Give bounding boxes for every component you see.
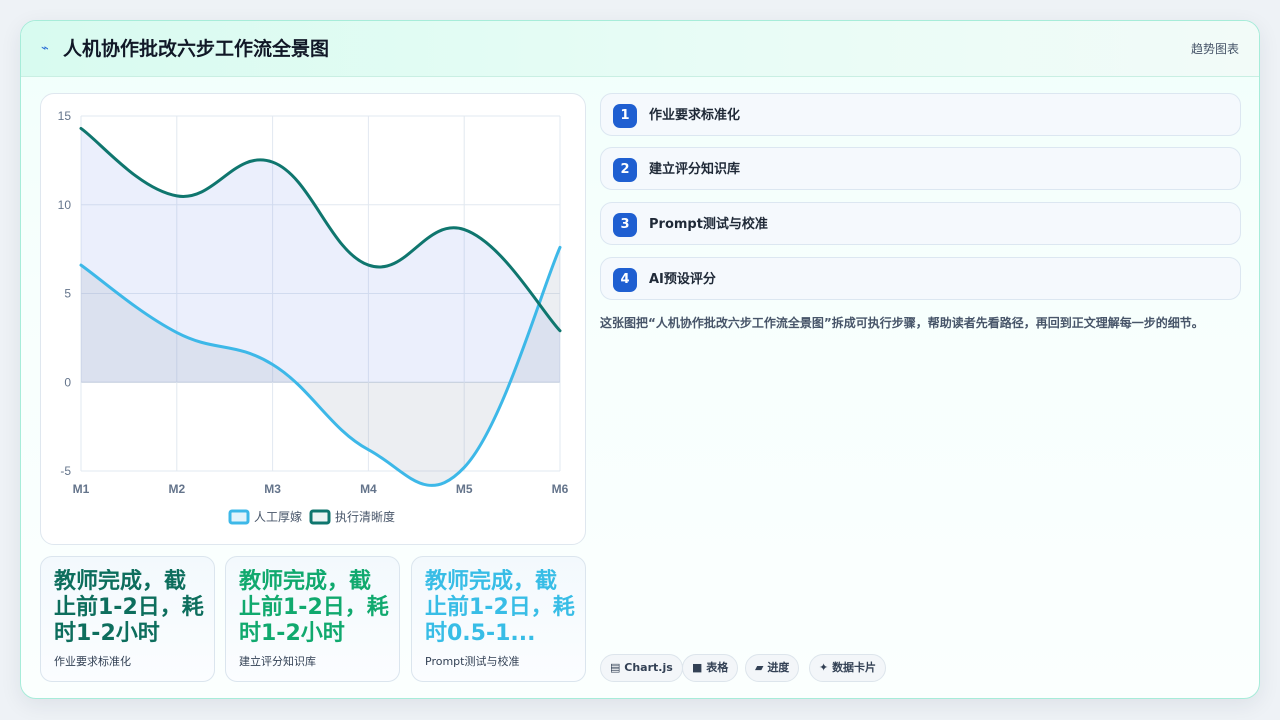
y-tick-label: 15 [58,109,72,123]
page-title: 人机协作批改六步工作流全景图 [63,38,330,60]
chip-label: 表格 [706,661,729,674]
x-tick-label: M3 [264,482,281,496]
y-tick-label: -5 [60,464,71,478]
chip-chartjs[interactable]: ▤ Chart.js [600,654,683,682]
step-item-1[interactable]: 1 作业要求标准化 [600,93,1241,136]
x-tick-label: M6 [552,482,569,496]
y-tick-label: 0 [64,375,71,389]
legend-swatch [228,509,250,525]
step-label: Prompt测试与校准 [649,217,768,232]
step-number-badge: 3 [613,213,637,237]
chip-label: 进度 [767,661,790,674]
x-tick-label: M4 [360,482,377,496]
stat-value: 教师完成，截止前1-2日，耗时1-2小时 [239,569,389,646]
chip-table[interactable]: ■ 表格 [682,654,739,682]
stat-card-1: 教师完成，截止前1-2日，耗时1-2小时 作业要求标准化 [40,556,215,682]
legend-label: 人工厚嫁 [254,509,302,524]
chip-data-card[interactable]: ✦ 数据卡片 [809,654,887,682]
legend-swatch [309,509,331,525]
step-number-badge: 4 [613,268,637,292]
chip-label: 数据卡片 [832,661,877,674]
x-tick-label: M2 [168,482,185,496]
x-tick-label: M5 [456,482,473,496]
y-tick-label: 5 [64,287,71,301]
y-tick-label: 10 [58,198,72,212]
sparkle-icon: ✦ [819,661,829,674]
step-number-badge: 2 [613,158,637,182]
stat-label: 作业要求标准化 [54,655,131,668]
stat-value: 教师完成，截止前1-2日，耗时0.5-1... [425,569,575,646]
chip-label: Chart.js [624,661,673,674]
stat-label: Prompt测试与校准 [425,655,520,668]
card-header: ⌁ 人机协作批改六步工作流全景图 趋势图表 [21,21,1259,77]
trend-chart: 15 10 5 0 -5 M1 M2 M3 M4 M5 M6 人工厚嫁 执行清晰度 [40,93,586,545]
bolt-icon: ⌁ [41,41,49,56]
step-label: 作业要求标准化 [649,108,741,123]
step-item-3[interactable]: 3 Prompt测试与校准 [600,202,1241,245]
step-item-4[interactable]: 4 AI预设评分 [600,257,1241,300]
stat-card-2: 教师完成，截止前1-2日，耗时1-2小时 建立评分知识库 [225,556,400,682]
step-number-badge: 1 [613,104,637,128]
step-label: 建立评分知识库 [649,162,741,177]
stat-card-3: 教师完成，截止前1-2日，耗时0.5-1... Prompt测试与校准 [411,556,586,682]
x-tick-label: M1 [73,482,90,496]
chip-progress[interactable]: ▰ 进度 [745,654,800,682]
chart-description: 这张图把“人机协作批改六步工作流全景图”拆成可执行步骤，帮助读者先看路径，再回到… [600,316,1204,330]
step-item-2[interactable]: 2 建立评分知识库 [600,147,1241,190]
stat-value: 教师完成，截止前1-2日，耗时1-2小时 [54,569,204,646]
table-icon: ■ [692,661,703,674]
step-label: AI预设评分 [649,272,716,287]
progress-icon: ▰ [755,661,764,674]
workflow-card: ⌁ 人机协作批改六步工作流全景图 趋势图表 15 10 5 0 -5 M1 M2 M3 M4 M5… [20,20,1260,699]
stat-label: 建立评分知识库 [239,655,316,668]
trend-chart-svg: 15 10 5 0 -5M1 M2 M3 M4 M5 M6 人工厚嫁 执行清晰度 [58,109,569,525]
chart-type-tag: 趋势图表 [1190,42,1239,56]
legend-label: 执行清晰度 [335,509,395,524]
chart-icon: ▤ [610,661,621,674]
